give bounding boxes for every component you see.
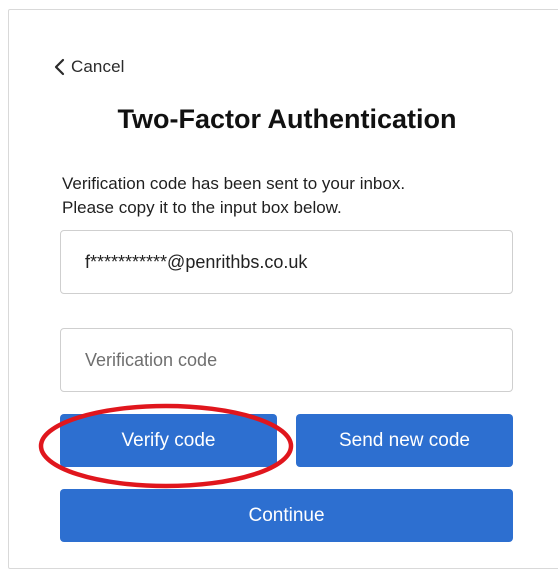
- cancel-link[interactable]: Cancel: [54, 56, 125, 78]
- intro-line-1: Verification code has been sent to your …: [62, 174, 406, 193]
- cancel-label: Cancel: [71, 57, 125, 76]
- page-title: Two-Factor Authentication: [117, 104, 457, 134]
- intro-text: Verification code has been sent to your …: [62, 172, 522, 220]
- chevron-left-icon: [54, 58, 65, 76]
- verification-code-input[interactable]: [60, 328, 513, 392]
- send-new-code-button[interactable]: Send new code: [296, 414, 513, 467]
- verify-code-button[interactable]: Verify code: [60, 414, 277, 467]
- intro-line-2: Please copy it to the input box below.: [62, 198, 342, 217]
- continue-button[interactable]: Continue: [60, 489, 513, 542]
- email-field[interactable]: [60, 230, 513, 294]
